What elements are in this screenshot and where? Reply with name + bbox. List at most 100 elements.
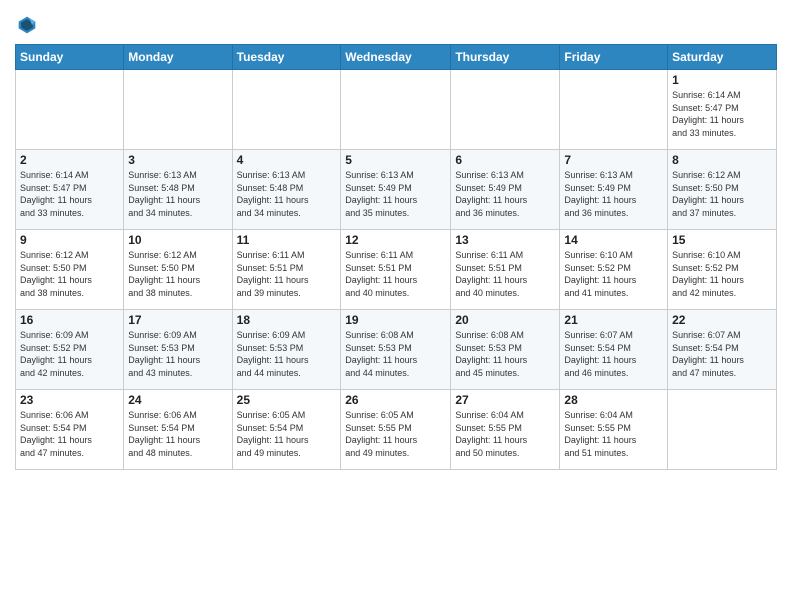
- day-info: Sunrise: 6:11 AM Sunset: 5:51 PM Dayligh…: [455, 249, 555, 299]
- calendar-cell: 17 Sunrise: 6:09 AM Sunset: 5:53 PM Dayli…: [124, 310, 232, 390]
- calendar-cell: 28 Sunrise: 6:04 AM Sunset: 5:55 PM Dayli…: [560, 390, 668, 470]
- day-number: 25: [237, 393, 337, 407]
- day-info: Sunrise: 6:13 AM Sunset: 5:49 PM Dayligh…: [564, 169, 663, 219]
- week-row-1: 2 Sunrise: 6:14 AM Sunset: 5:47 PM Daylig…: [16, 150, 777, 230]
- day-info: Sunrise: 6:14 AM Sunset: 5:47 PM Dayligh…: [20, 169, 119, 219]
- weekday-header-monday: Monday: [124, 45, 232, 70]
- day-info: Sunrise: 6:08 AM Sunset: 5:53 PM Dayligh…: [345, 329, 446, 379]
- day-number: 22: [672, 313, 772, 327]
- calendar-cell: [668, 390, 777, 470]
- week-row-0: 1 Sunrise: 6:14 AM Sunset: 5:47 PM Daylig…: [16, 70, 777, 150]
- calendar-cell: 25 Sunrise: 6:05 AM Sunset: 5:54 PM Dayli…: [232, 390, 341, 470]
- calendar-cell: 5Sunrise: 6:13 AM Sunset: 5:49 PM Daylig…: [341, 150, 451, 230]
- calendar: SundayMondayTuesdayWednesdayThursdayFrid…: [15, 44, 777, 470]
- calendar-cell: 10 Sunrise: 6:12 AM Sunset: 5:50 PM Dayli…: [124, 230, 232, 310]
- day-number: 1: [672, 73, 772, 87]
- day-number: 12: [345, 233, 446, 247]
- calendar-cell: 24 Sunrise: 6:06 AM Sunset: 5:54 PM Dayli…: [124, 390, 232, 470]
- calendar-cell: 6Sunrise: 6:13 AM Sunset: 5:49 PM Daylig…: [451, 150, 560, 230]
- calendar-cell: 15 Sunrise: 6:10 AM Sunset: 5:52 PM Dayli…: [668, 230, 777, 310]
- day-info: Sunrise: 6:10 AM Sunset: 5:52 PM Dayligh…: [564, 249, 663, 299]
- day-number: 9: [20, 233, 119, 247]
- day-number: 18: [237, 313, 337, 327]
- calendar-cell: [232, 70, 341, 150]
- day-number: 2: [20, 153, 119, 167]
- day-info: Sunrise: 6:14 AM Sunset: 5:47 PM Dayligh…: [672, 89, 772, 139]
- day-info: Sunrise: 6:13 AM Sunset: 5:48 PM Dayligh…: [128, 169, 227, 219]
- logo-icon: [17, 15, 37, 35]
- calendar-cell: [560, 70, 668, 150]
- day-info: Sunrise: 6:13 AM Sunset: 5:49 PM Dayligh…: [455, 169, 555, 219]
- day-info: Sunrise: 6:04 AM Sunset: 5:55 PM Dayligh…: [564, 409, 663, 459]
- calendar-cell: 23 Sunrise: 6:06 AM Sunset: 5:54 PM Dayli…: [16, 390, 124, 470]
- day-info: Sunrise: 6:06 AM Sunset: 5:54 PM Dayligh…: [20, 409, 119, 459]
- day-info: Sunrise: 6:11 AM Sunset: 5:51 PM Dayligh…: [237, 249, 337, 299]
- day-info: Sunrise: 6:05 AM Sunset: 5:54 PM Dayligh…: [237, 409, 337, 459]
- day-number: 15: [672, 233, 772, 247]
- calendar-cell: 12 Sunrise: 6:11 AM Sunset: 5:51 PM Dayli…: [341, 230, 451, 310]
- calendar-cell: [451, 70, 560, 150]
- calendar-cell: 22 Sunrise: 6:07 AM Sunset: 5:54 PM Dayli…: [668, 310, 777, 390]
- day-number: 20: [455, 313, 555, 327]
- day-info: Sunrise: 6:10 AM Sunset: 5:52 PM Dayligh…: [672, 249, 772, 299]
- weekday-header-friday: Friday: [560, 45, 668, 70]
- calendar-cell: 27Sunrise: 6:04 AM Sunset: 5:55 PM Dayli…: [451, 390, 560, 470]
- weekday-header-tuesday: Tuesday: [232, 45, 341, 70]
- weekday-header-row: SundayMondayTuesdayWednesdayThursdayFrid…: [16, 45, 777, 70]
- calendar-cell: [16, 70, 124, 150]
- calendar-cell: 8 Sunrise: 6:12 AM Sunset: 5:50 PM Daylig…: [668, 150, 777, 230]
- weekday-header-sunday: Sunday: [16, 45, 124, 70]
- day-info: Sunrise: 6:12 AM Sunset: 5:50 PM Dayligh…: [672, 169, 772, 219]
- day-number: 14: [564, 233, 663, 247]
- calendar-cell: 18 Sunrise: 6:09 AM Sunset: 5:53 PM Dayli…: [232, 310, 341, 390]
- weekday-header-saturday: Saturday: [668, 45, 777, 70]
- calendar-cell: 2 Sunrise: 6:14 AM Sunset: 5:47 PM Daylig…: [16, 150, 124, 230]
- day-info: Sunrise: 6:09 AM Sunset: 5:53 PM Dayligh…: [128, 329, 227, 379]
- day-number: 19: [345, 313, 446, 327]
- calendar-cell: 7 Sunrise: 6:13 AM Sunset: 5:49 PM Daylig…: [560, 150, 668, 230]
- day-number: 10: [128, 233, 227, 247]
- day-number: 7: [564, 153, 663, 167]
- day-info: Sunrise: 6:09 AM Sunset: 5:52 PM Dayligh…: [20, 329, 119, 379]
- day-number: 16: [20, 313, 119, 327]
- day-info: Sunrise: 6:05 AM Sunset: 5:55 PM Dayligh…: [345, 409, 446, 459]
- day-number: 23: [20, 393, 119, 407]
- day-number: 5: [345, 153, 446, 167]
- day-info: Sunrise: 6:07 AM Sunset: 5:54 PM Dayligh…: [564, 329, 663, 379]
- day-info: Sunrise: 6:07 AM Sunset: 5:54 PM Dayligh…: [672, 329, 772, 379]
- calendar-cell: [341, 70, 451, 150]
- week-row-3: 16 Sunrise: 6:09 AM Sunset: 5:52 PM Dayli…: [16, 310, 777, 390]
- day-number: 26: [345, 393, 446, 407]
- calendar-cell: 13 Sunrise: 6:11 AM Sunset: 5:51 PM Dayli…: [451, 230, 560, 310]
- day-info: Sunrise: 6:11 AM Sunset: 5:51 PM Dayligh…: [345, 249, 446, 299]
- day-number: 17: [128, 313, 227, 327]
- day-number: 21: [564, 313, 663, 327]
- day-info: Sunrise: 6:12 AM Sunset: 5:50 PM Dayligh…: [128, 249, 227, 299]
- weekday-header-thursday: Thursday: [451, 45, 560, 70]
- calendar-cell: [124, 70, 232, 150]
- day-number: 28: [564, 393, 663, 407]
- day-number: 13: [455, 233, 555, 247]
- calendar-cell: 4Sunrise: 6:13 AM Sunset: 5:48 PM Daylig…: [232, 150, 341, 230]
- calendar-cell: 26 Sunrise: 6:05 AM Sunset: 5:55 PM Dayli…: [341, 390, 451, 470]
- day-info: Sunrise: 6:12 AM Sunset: 5:50 PM Dayligh…: [20, 249, 119, 299]
- day-number: 11: [237, 233, 337, 247]
- day-info: Sunrise: 6:08 AM Sunset: 5:53 PM Dayligh…: [455, 329, 555, 379]
- day-info: Sunrise: 6:09 AM Sunset: 5:53 PM Dayligh…: [237, 329, 337, 379]
- calendar-cell: 19 Sunrise: 6:08 AM Sunset: 5:53 PM Dayli…: [341, 310, 451, 390]
- calendar-cell: 3 Sunrise: 6:13 AM Sunset: 5:48 PM Daylig…: [124, 150, 232, 230]
- calendar-cell: 1 Sunrise: 6:14 AM Sunset: 5:47 PM Daylig…: [668, 70, 777, 150]
- week-row-2: 9 Sunrise: 6:12 AM Sunset: 5:50 PM Daylig…: [16, 230, 777, 310]
- calendar-cell: 11 Sunrise: 6:11 AM Sunset: 5:51 PM Dayli…: [232, 230, 341, 310]
- day-number: 8: [672, 153, 772, 167]
- day-info: Sunrise: 6:04 AM Sunset: 5:55 PM Dayligh…: [455, 409, 555, 459]
- day-number: 24: [128, 393, 227, 407]
- page: SundayMondayTuesdayWednesdayThursdayFrid…: [0, 0, 792, 612]
- day-number: 3: [128, 153, 227, 167]
- calendar-cell: 21 Sunrise: 6:07 AM Sunset: 5:54 PM Dayli…: [560, 310, 668, 390]
- logo: [15, 14, 37, 36]
- week-row-4: 23 Sunrise: 6:06 AM Sunset: 5:54 PM Dayli…: [16, 390, 777, 470]
- day-info: Sunrise: 6:06 AM Sunset: 5:54 PM Dayligh…: [128, 409, 227, 459]
- calendar-cell: 9 Sunrise: 6:12 AM Sunset: 5:50 PM Daylig…: [16, 230, 124, 310]
- calendar-cell: 14 Sunrise: 6:10 AM Sunset: 5:52 PM Dayli…: [560, 230, 668, 310]
